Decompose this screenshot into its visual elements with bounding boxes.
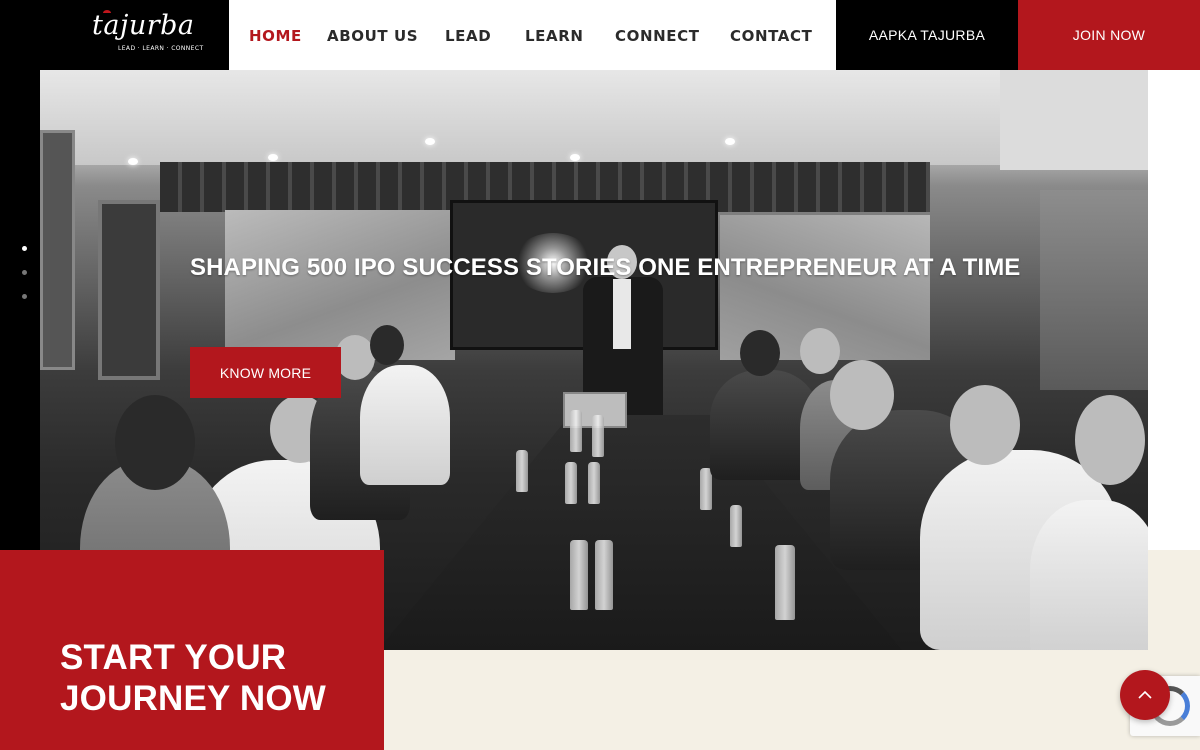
aapka-tajurba-button[interactable]: AAPKA TAJURBA bbox=[836, 0, 1018, 70]
hero-title: SHAPING 500 IPO SUCCESS STORIES ONE ENTR… bbox=[190, 254, 1021, 281]
wall-shelf bbox=[1040, 190, 1148, 390]
wall-painting bbox=[98, 200, 160, 380]
nav-item-connect[interactable]: CONNECT bbox=[615, 27, 700, 45]
slider-dot-3[interactable] bbox=[22, 294, 27, 299]
water-bottle bbox=[565, 462, 577, 504]
water-bottle bbox=[595, 540, 613, 610]
scroll-to-top-button[interactable] bbox=[1120, 670, 1170, 720]
ceiling-light bbox=[268, 154, 278, 161]
water-bottle bbox=[570, 410, 582, 452]
journey-banner: START YOUR JOURNEY NOW bbox=[0, 550, 384, 750]
attendee-head bbox=[1075, 395, 1145, 485]
journey-heading: START YOUR JOURNEY NOW bbox=[60, 637, 360, 719]
left-strip bbox=[0, 0, 40, 550]
wall-painting bbox=[40, 130, 75, 370]
nav-item-contact[interactable]: CONTACT bbox=[730, 27, 812, 45]
chevron-up-icon bbox=[1138, 690, 1152, 699]
ceiling-light bbox=[725, 138, 735, 145]
attendee-head bbox=[370, 325, 404, 365]
journey-heading-line-1: START YOUR bbox=[60, 638, 287, 677]
nav-item-about-us[interactable]: ABOUT US bbox=[327, 27, 418, 45]
wall-column bbox=[1000, 70, 1148, 170]
attendee-head bbox=[800, 328, 840, 374]
journey-heading-line-2: JOURNEY NOW bbox=[60, 679, 327, 718]
attendee bbox=[360, 365, 450, 485]
attendee bbox=[1030, 500, 1148, 650]
nav-item-learn[interactable]: LEARN bbox=[525, 27, 584, 45]
water-bottle bbox=[516, 450, 528, 492]
attendee-head bbox=[335, 335, 375, 380]
water-bottle bbox=[588, 462, 600, 504]
slider-dot-2[interactable] bbox=[22, 270, 27, 275]
logo-tagline: LEAD · LEARN · CONNECT bbox=[118, 45, 204, 52]
slider-dot-1[interactable] bbox=[22, 246, 27, 251]
water-bottle bbox=[700, 468, 712, 510]
ceiling-light bbox=[128, 158, 138, 165]
water-bottle bbox=[592, 415, 604, 457]
attendee-head bbox=[115, 395, 195, 490]
attendee-head bbox=[950, 385, 1020, 465]
water-bottle bbox=[570, 540, 588, 610]
know-more-button[interactable]: KNOW MORE bbox=[190, 347, 341, 398]
nav-item-home[interactable]: HOME bbox=[249, 27, 302, 45]
cream-panel bbox=[1148, 550, 1200, 650]
water-bottle bbox=[775, 545, 795, 620]
logo-accent bbox=[103, 10, 111, 16]
water-bottle bbox=[730, 505, 742, 547]
attendee-head bbox=[830, 360, 894, 430]
presenter-shirt bbox=[613, 279, 631, 349]
page: tajurba LEAD · LEARN · CONNECT HOME ABOU… bbox=[0, 0, 1200, 750]
ceiling-light bbox=[425, 138, 435, 145]
logo[interactable]: tajurba LEAD · LEARN · CONNECT bbox=[0, 0, 229, 70]
header: tajurba LEAD · LEARN · CONNECT HOME ABOU… bbox=[0, 0, 1200, 70]
join-now-button[interactable]: JOIN NOW bbox=[1018, 0, 1200, 70]
nav-item-lead[interactable]: LEAD bbox=[445, 27, 491, 45]
cream-panel bbox=[384, 650, 1200, 750]
marble-wall-left bbox=[225, 210, 455, 360]
logo-wordmark: tajurba bbox=[92, 10, 195, 39]
ceiling-light bbox=[570, 154, 580, 161]
slider-dots bbox=[22, 246, 27, 299]
ceiling bbox=[40, 70, 1148, 165]
attendee-head bbox=[740, 330, 780, 376]
main-nav: HOME ABOUT US LEAD LEARN CONNECT CONTACT bbox=[229, 0, 836, 70]
